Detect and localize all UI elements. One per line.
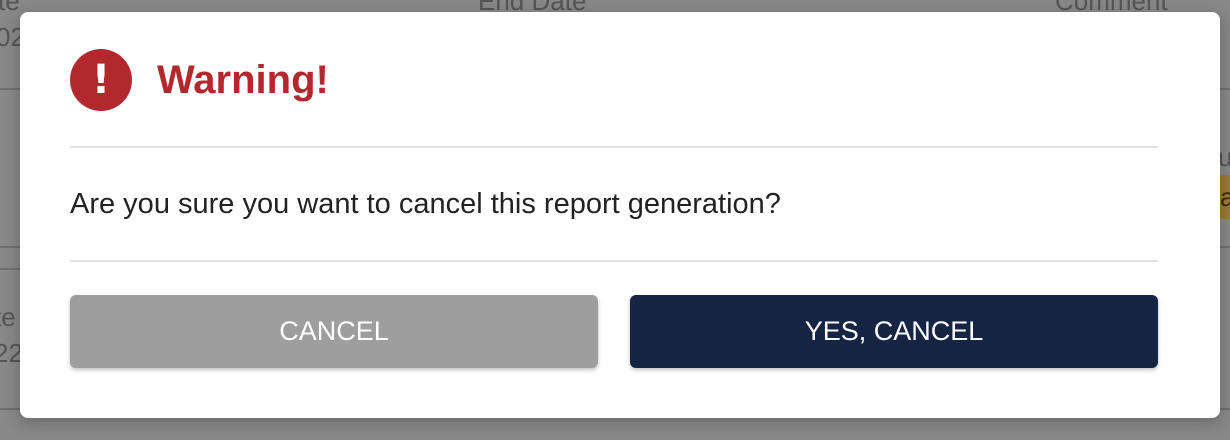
confirm-cancel-button[interactable]: YES, CANCEL bbox=[630, 295, 1158, 368]
exclamation-icon: ! bbox=[70, 49, 132, 111]
background-text: te bbox=[0, 302, 16, 332]
background-text: ac bbox=[1220, 182, 1230, 212]
background-text: te bbox=[0, 0, 20, 16]
background-divider bbox=[0, 408, 20, 410]
dialog-title: Warning! bbox=[157, 57, 329, 102]
dialog-message: Are you sure you want to cancel this rep… bbox=[70, 188, 781, 220]
background-divider bbox=[1220, 88, 1230, 90]
warning-dialog: ! Warning! Are you sure you want to canc… bbox=[20, 12, 1220, 418]
background-divider bbox=[1220, 408, 1230, 410]
header-divider bbox=[70, 146, 1158, 148]
dialog-header: ! Warning! bbox=[70, 49, 329, 111]
background-divider bbox=[1220, 246, 1230, 248]
background-divider bbox=[0, 88, 20, 90]
footer-divider bbox=[70, 260, 1158, 262]
background-divider bbox=[0, 246, 20, 248]
background-divider bbox=[0, 268, 20, 270]
cancel-button[interactable]: CANCEL bbox=[70, 295, 598, 368]
